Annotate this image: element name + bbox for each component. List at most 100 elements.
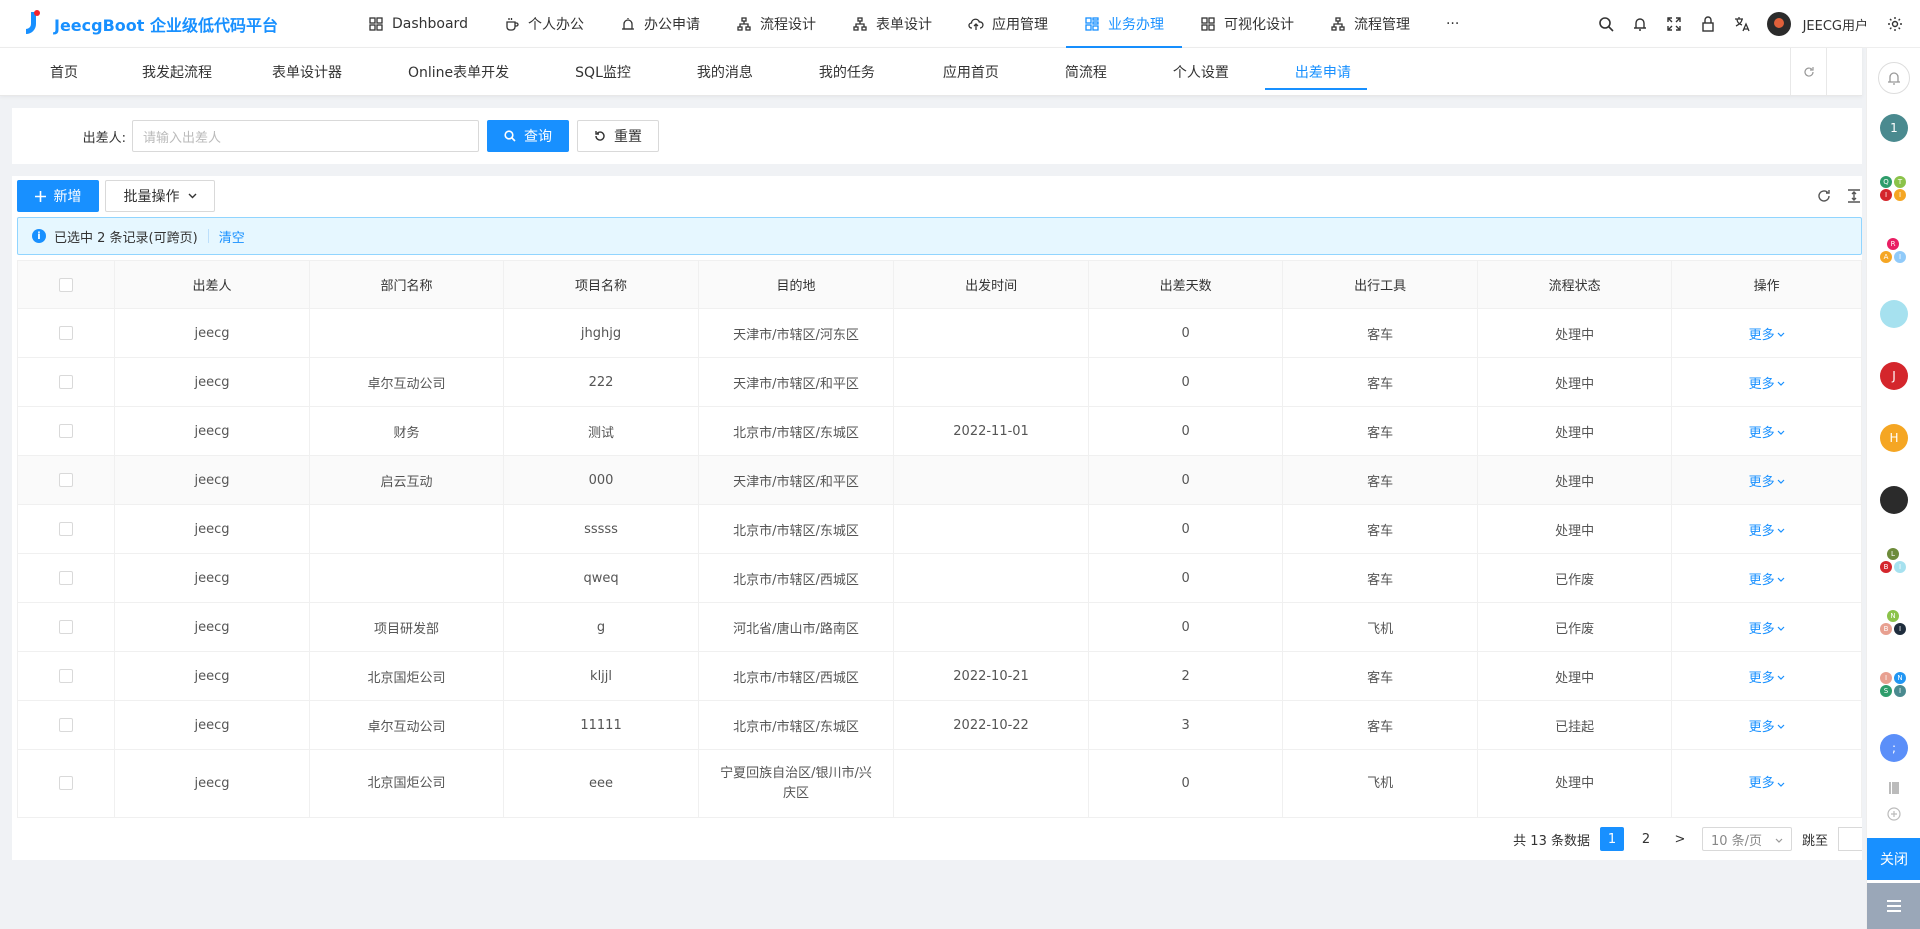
row-checkbox[interactable] — [16, 357, 116, 407]
page-size-select[interactable]: 10 条/页 — [1701, 827, 1792, 851]
table-row[interactable]: jeecg 财务 测试 北京市/市辖区/东城区 2022-11-01 0 客车 处理中 更多 — [16, 406, 1862, 456]
table-row[interactable]: jeecg jhghjg 天津市/市辖区/河东区 0 客车 处理中 更多 — [16, 308, 1862, 358]
table-row[interactable]: jeecg sssss 北京市/市辖区/东城区 0 客车 处理中 更多 — [16, 504, 1862, 554]
bell-icon[interactable] — [1623, 0, 1657, 48]
row-checkbox[interactable] — [16, 651, 116, 701]
row-checkbox[interactable] — [16, 700, 116, 750]
topnav-app-manage[interactable]: 应用管理 — [950, 0, 1066, 48]
more-actions-link[interactable]: 更多 — [1749, 471, 1785, 490]
col-days[interactable]: 出差天数 — [1087, 260, 1284, 309]
topnav-business[interactable]: 业务办理 — [1065, 0, 1182, 48]
tab-menu-icon[interactable] — [1826, 48, 1862, 96]
tab-my-tasks[interactable]: 我的任务 — [779, 48, 901, 96]
book-icon[interactable] — [1886, 780, 1902, 796]
row-checkbox[interactable] — [16, 406, 116, 456]
fullscreen-icon[interactable] — [1657, 0, 1691, 48]
group-avatar[interactable]: NBI — [1880, 610, 1908, 638]
table-row[interactable]: jeecg 北京国炬公司 eee 宁夏回族自治区/银川市/兴庆区 0 飞机 处理中 更多 — [16, 749, 1862, 818]
search-icon[interactable] — [1589, 0, 1623, 48]
row-checkbox[interactable] — [16, 308, 116, 358]
tab-my-process[interactable]: 我发起流程 — [104, 48, 238, 96]
table-row[interactable]: jeecg 卓尔互动公司 11111 北京市/市辖区/东城区 2022-10-22 3 客车… — [16, 700, 1862, 750]
tab-home[interactable]: 首页 — [0, 48, 104, 96]
col-transport[interactable]: 出行工具 — [1282, 260, 1478, 309]
clear-selection-link[interactable]: 清空 — [219, 227, 245, 246]
more-actions-link[interactable]: 更多 — [1749, 618, 1785, 637]
page-1[interactable]: 1 — [1599, 827, 1624, 851]
contact-avatar[interactable]: H — [1880, 424, 1908, 452]
table-row[interactable]: jeecg 启云互动 000 天津市/市辖区/和平区 0 客车 处理中 更多 — [16, 455, 1862, 505]
col-project[interactable]: 项目名称 — [503, 260, 699, 309]
cell-departure — [893, 749, 1089, 818]
topnav-dashboard[interactable]: Dashboard — [350, 0, 486, 48]
topnav-form-design[interactable]: 表单设计 — [834, 0, 950, 48]
batch-actions-dropdown[interactable]: 批量操作 — [105, 180, 215, 212]
tab-refresh-icon[interactable] — [1790, 48, 1826, 96]
more-actions-link[interactable]: 更多 — [1749, 373, 1785, 392]
topnav-flow-design[interactable]: 流程设计 — [718, 0, 834, 48]
select-all-checkbox[interactable] — [16, 260, 116, 309]
col-departure[interactable]: 出发时间 — [893, 260, 1089, 309]
add-circle-icon[interactable] — [1886, 806, 1902, 822]
group-avatar[interactable]: RAI — [1880, 238, 1908, 266]
logo[interactable]: JeecgBoot 企业级低代码平台 — [0, 9, 340, 38]
group-avatar[interactable]: QTII — [1880, 176, 1908, 204]
col-status[interactable]: 流程状态 — [1476, 260, 1673, 309]
table-row[interactable]: jeecg qweq 北京市/市辖区/西城区 0 客车 已作废 更多 — [16, 553, 1862, 603]
row-checkbox[interactable] — [16, 504, 116, 554]
translate-icon[interactable] — [1725, 0, 1759, 48]
settings-icon[interactable] — [1878, 0, 1912, 48]
more-actions-link[interactable]: 更多 — [1749, 422, 1785, 441]
page-2[interactable]: 2 — [1634, 827, 1658, 851]
menu-icon[interactable] — [1867, 883, 1920, 929]
group-avatar[interactable]: LBI — [1880, 548, 1908, 576]
tab-business-trip[interactable]: 出差申请 — [1255, 48, 1377, 96]
refresh-icon[interactable] — [1816, 188, 1832, 208]
tab-sql-monitor[interactable]: SQL监控 — [535, 48, 657, 96]
topnav-personal-office[interactable]: 个人办公 — [486, 0, 602, 48]
query-button[interactable]: 查询 — [487, 120, 569, 152]
topnav-more[interactable]: ··· — [1428, 0, 1477, 48]
table-row[interactable]: jeecg 北京国炬公司 kljjl 北京市/市辖区/西城区 2022-10-21 2 客车… — [16, 651, 1862, 701]
traveler-search-input[interactable]: 请输入出差人 — [132, 120, 479, 152]
topnav-visual-design[interactable]: 可视化设计 — [1182, 0, 1312, 48]
tab-app-home[interactable]: 应用首页 — [901, 48, 1025, 96]
more-actions-link[interactable]: 更多 — [1749, 667, 1785, 686]
row-checkbox[interactable] — [16, 749, 116, 818]
table-row[interactable]: jeecg 卓尔互动公司 222 天津市/市辖区/和平区 0 客车 处理中 更多 — [16, 357, 1862, 407]
topnav-office-apply[interactable]: 办公申请 — [602, 0, 718, 48]
more-actions-link[interactable]: 更多 — [1749, 324, 1785, 343]
contact-avatar[interactable]: J — [1880, 362, 1908, 390]
more-actions-link[interactable]: 更多 — [1749, 569, 1785, 588]
table-row[interactable]: jeecg 项目研发部 g 河北省/唐山市/路南区 0 飞机 已作废 更多 — [16, 602, 1862, 652]
contact-avatar[interactable] — [1880, 486, 1908, 514]
more-actions-link[interactable]: 更多 — [1749, 520, 1785, 539]
add-button[interactable]: 新增 — [17, 180, 99, 212]
more-actions-link[interactable]: 更多 — [1749, 774, 1785, 794]
jump-page-input[interactable] — [1838, 827, 1862, 851]
column-height-icon[interactable] — [1846, 188, 1862, 208]
col-destination[interactable]: 目的地 — [697, 260, 895, 309]
col-person[interactable]: 出差人 — [114, 260, 310, 309]
group-avatar[interactable]: INSI — [1880, 672, 1908, 700]
tab-online-form[interactable]: Online表单开发 — [368, 48, 535, 96]
row-checkbox[interactable] — [16, 455, 116, 505]
contact-avatar[interactable]: 1 — [1880, 114, 1908, 142]
lock-icon[interactable] — [1691, 0, 1725, 48]
tab-personal-settings[interactable]: 个人设置 — [1133, 48, 1255, 96]
user-menu[interactable]: JEECG用户 — [1766, 12, 1868, 36]
tab-simple-flow[interactable]: 简流程 — [1025, 48, 1133, 96]
notification-bell-icon[interactable] — [1878, 62, 1910, 94]
tab-my-messages[interactable]: 我的消息 — [657, 48, 779, 96]
tab-form-designer[interactable]: 表单设计器 — [238, 48, 368, 96]
close-sidebar-button[interactable]: 关闭 — [1867, 838, 1920, 880]
reset-button[interactable]: 重置 — [577, 120, 659, 152]
col-dept[interactable]: 部门名称 — [308, 260, 505, 309]
row-checkbox[interactable] — [16, 602, 116, 652]
row-checkbox[interactable] — [16, 553, 116, 603]
contact-avatar[interactable]: ; — [1880, 734, 1908, 762]
topnav-flow-manage[interactable]: 流程管理 — [1312, 0, 1428, 48]
contact-avatar[interactable] — [1880, 300, 1908, 328]
next-page-button[interactable]: > — [1668, 827, 1692, 851]
more-actions-link[interactable]: 更多 — [1749, 716, 1785, 735]
